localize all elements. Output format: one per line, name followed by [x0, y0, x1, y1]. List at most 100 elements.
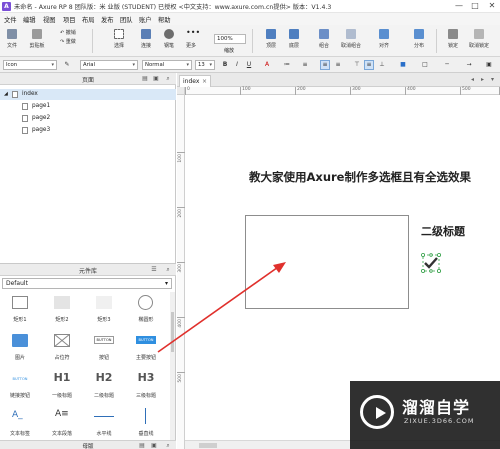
page-item-index[interactable]: ◢ index [0, 89, 176, 100]
arrow-style-icon[interactable]: → [464, 60, 474, 70]
canvas-heading-2[interactable]: 二级标题 [421, 223, 465, 239]
page-icon [22, 127, 28, 134]
toolbar-separator [92, 29, 93, 53]
style-edit-icon[interactable]: ✎ [62, 60, 72, 70]
align-button[interactable]: 对齐 [373, 27, 395, 55]
bring-to-top-button[interactable]: 顶层 [260, 27, 282, 55]
widget-primary-button[interactable]: BUTTON 主要按钮 [126, 332, 166, 366]
redo-button[interactable]: ↷ 重做 [60, 38, 76, 45]
font-color-icon[interactable]: A [262, 60, 272, 70]
search-pages-icon[interactable]: ⌕ [164, 75, 172, 83]
menu-account[interactable]: 账户 [139, 15, 152, 24]
search-masters-icon[interactable]: ⌕ [164, 442, 172, 449]
tab-scroll-left-icon[interactable]: ◂ [471, 76, 474, 83]
minimize-button[interactable]: — [451, 0, 467, 13]
checkbox-widget-icon[interactable] [421, 253, 441, 273]
menu-project[interactable]: 项目 [63, 15, 76, 24]
canvas-heading[interactable]: 教大家使用Axure制作多选框且有全选效果 [249, 169, 471, 185]
ungroup-button[interactable]: 取消组合 [340, 27, 362, 55]
h2-icon: H2 [95, 371, 113, 384]
align-center-icon[interactable]: ≡ [320, 60, 330, 70]
lock-icon [448, 29, 458, 39]
canvas-rectangle[interactable] [245, 215, 409, 309]
search-widgets-icon[interactable]: ⌕ [164, 266, 172, 274]
align-right-icon[interactable]: ≡ [333, 60, 343, 70]
widget-h3[interactable]: H3 三级标题 [126, 370, 166, 404]
align-top-icon[interactable]: ⊤ [352, 60, 362, 70]
ruler-tick: 100 [177, 152, 185, 207]
axure-app-icon: A [2, 2, 11, 11]
pen-button[interactable]: 钢笔 [158, 27, 180, 55]
page-item-page1[interactable]: page1 [0, 101, 176, 112]
library-select[interactable]: Default [2, 278, 172, 289]
underline-button[interactable]: U [244, 60, 254, 70]
widget-button[interactable]: BUTTON 按钮 [84, 332, 124, 366]
widget-h2[interactable]: H2 二级标题 [84, 370, 124, 404]
connect-button[interactable]: 连接 [135, 27, 157, 55]
close-button[interactable]: ✕ [484, 0, 500, 13]
widget-paragraph[interactable]: A≡ 文本段落 [42, 408, 82, 442]
page-label: page1 [32, 103, 51, 109]
widget-link-button[interactable]: BUTTON 链接按钮 [0, 370, 40, 404]
widget-vertical-line[interactable]: 垂直线 [126, 408, 166, 442]
undo-button[interactable]: ↶ 撤销 [60, 29, 76, 36]
page-item-page2[interactable]: page2 [0, 113, 176, 124]
canvas-scrollbar-thumb[interactable] [199, 443, 217, 448]
add-page-icon[interactable]: ▤ [141, 75, 149, 83]
widget-h1[interactable]: H1 一级标题 [42, 370, 82, 404]
menu-team[interactable]: 团队 [120, 15, 133, 24]
align-bottom-icon[interactable]: ⊥ [377, 60, 387, 70]
bullet-list-icon[interactable]: ≔ [282, 60, 292, 70]
page-item-page3[interactable]: page3 [0, 125, 176, 136]
add-folder-icon[interactable]: ▣ [152, 75, 160, 83]
shadow-icon[interactable]: ▣ [484, 60, 494, 70]
text-label-icon: A_ [12, 410, 23, 420]
lock-button[interactable]: 锁定 [442, 27, 464, 55]
widget-image[interactable]: 图片 [0, 332, 40, 366]
unlock-button[interactable]: 取消锁定 [468, 27, 490, 55]
widget-horizontal-line[interactable]: 水平线 [84, 408, 124, 442]
widget-style-select[interactable]: Icon [3, 60, 57, 70]
clipboard-button[interactable]: 剪贴板 [26, 27, 48, 55]
collapse-arrow-icon[interactable]: ◢ [4, 89, 8, 100]
widget-rectangle-1[interactable]: 矩形1 [0, 294, 40, 328]
widget-placeholder[interactable]: 占位符 [42, 332, 82, 366]
widget-rectangle-2[interactable]: 矩形2 [42, 294, 82, 328]
fill-color-icon[interactable]: ■ [398, 60, 408, 70]
distribute-button[interactable]: 分布 [408, 27, 430, 55]
align-left-icon[interactable]: ≡ [300, 60, 310, 70]
zoom-select[interactable]: 100% [214, 34, 246, 44]
close-tab-icon[interactable]: × [202, 76, 207, 87]
group-button[interactable]: 组合 [313, 27, 335, 55]
library-scrollbar[interactable] [170, 292, 175, 442]
bold-button[interactable]: B [220, 60, 230, 70]
border-color-icon[interactable]: □ [420, 60, 430, 70]
library-menu-icon[interactable]: ☰ [150, 266, 158, 274]
menu-view[interactable]: 视图 [43, 15, 56, 24]
widget-ellipse[interactable]: 椭圆形 [126, 294, 166, 328]
menu-layout[interactable]: 布局 [82, 15, 95, 24]
send-to-bottom-button[interactable]: 底层 [283, 27, 305, 55]
maximize-button[interactable]: □ [467, 0, 483, 13]
tab-list-icon[interactable]: ▾ [491, 76, 494, 83]
align-middle-icon[interactable]: ≡ [364, 60, 374, 70]
menu-edit[interactable]: 编辑 [23, 15, 36, 24]
file-button[interactable]: 文件 [1, 27, 23, 55]
add-master-icon[interactable]: ▤ [138, 442, 146, 449]
menu-publish[interactable]: 发布 [101, 15, 114, 24]
widget-text-label[interactable]: A_ 文本标签 [0, 408, 40, 442]
library-scrollbar-thumb[interactable] [171, 312, 174, 352]
menu-help[interactable]: 帮助 [158, 15, 171, 24]
tab-index[interactable]: index × [179, 75, 211, 87]
tab-scroll-right-icon[interactable]: ▸ [481, 76, 484, 83]
widget-rectangle-3[interactable]: 矩形3 [84, 294, 124, 328]
more-button[interactable]: ••• 更多 [180, 27, 202, 55]
border-style-icon[interactable]: ─ [442, 60, 452, 70]
font-family-select[interactable]: Arial [80, 60, 138, 70]
menu-file[interactable]: 文件 [4, 15, 17, 24]
font-size-select[interactable]: 13 [195, 60, 215, 70]
add-master-folder-icon[interactable]: ▣ [150, 442, 158, 449]
font-style-select[interactable]: Normal [142, 60, 192, 70]
italic-button[interactable]: I [232, 60, 242, 70]
select-button[interactable]: 选择 [108, 27, 130, 55]
